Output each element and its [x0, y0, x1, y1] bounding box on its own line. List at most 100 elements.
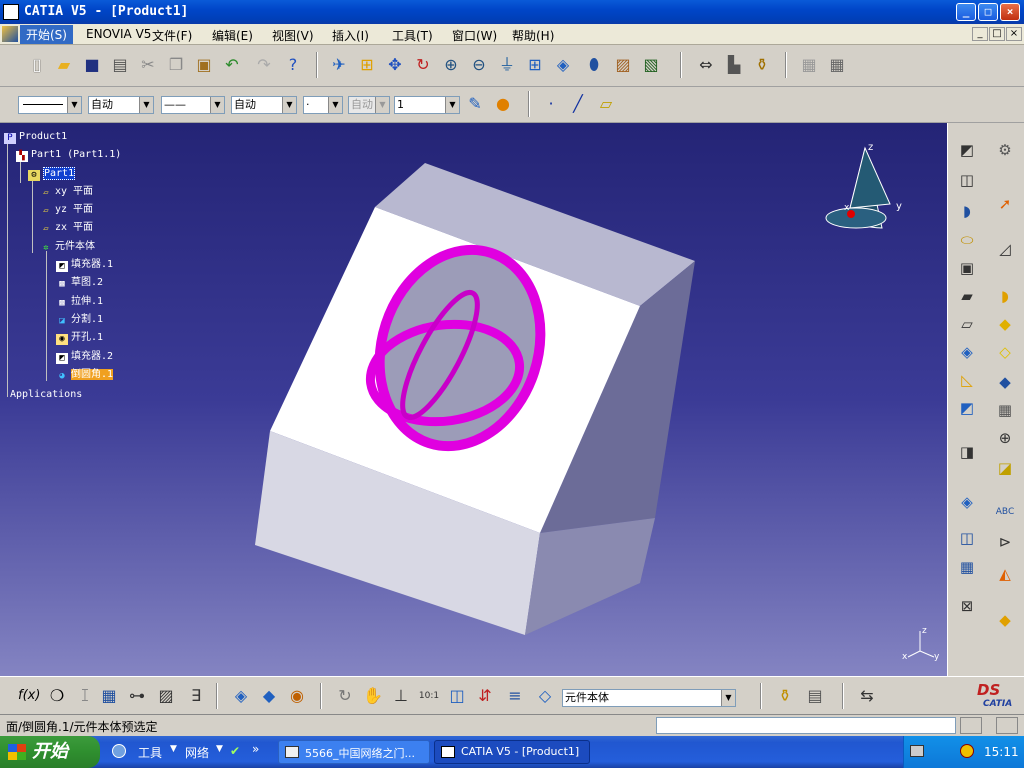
list-icon[interactable]: ≡	[504, 685, 526, 707]
boolean-feature-icon[interactable]: ◈	[956, 491, 978, 513]
more-quicklaunch[interactable]: »	[252, 742, 259, 756]
draft-analysis-icon[interactable]: ◉	[286, 685, 308, 707]
pocket-feature-icon[interactable]: ⬭	[956, 229, 978, 251]
mirror-feature-icon[interactable]: ⊕	[994, 427, 1016, 449]
mdi-close-button[interactable]: ×	[1006, 27, 1022, 41]
thickness-feature-icon[interactable]: ◩	[956, 397, 978, 419]
tree-node-part-instance[interactable]: ▚ Part1 (Part1.1)	[16, 147, 121, 163]
apply-material-3d-icon[interactable]: ◭	[994, 563, 1016, 585]
annotation-text-icon[interactable]: ABC	[994, 501, 1016, 523]
keyboard-icon[interactable]	[910, 745, 924, 757]
measure-item-icon[interactable]: ▙	[723, 54, 745, 76]
tree-node-zx-plane[interactable]: ▱ zx 平面	[40, 220, 93, 236]
paste-icon[interactable]: ▣	[193, 54, 215, 76]
pad-feature-icon[interactable]: ◗	[956, 200, 978, 222]
chevron-down-icon[interactable]: ▼	[139, 97, 153, 113]
task-browser[interactable]: 5566_中国网络之门...	[278, 740, 430, 764]
body-select[interactable]: 元件本体 ▼	[562, 689, 736, 707]
sketch-tool-icon[interactable]: ◿	[994, 238, 1016, 260]
fit-all-icon[interactable]: ⊞	[356, 54, 378, 76]
tree-node-body[interactable]: ✲ 元件本体	[40, 239, 95, 255]
body-define-icon[interactable]: ◇	[534, 685, 556, 707]
point-select[interactable]: · ▼	[303, 96, 343, 114]
scaling-feature-icon[interactable]: ◪	[994, 457, 1016, 479]
3d-viewport[interactable]: z y x z x y P Product1 ▚ Part1 (Part1.1) ⚙…	[0, 123, 947, 676]
save-icon[interactable]: ■	[81, 54, 103, 76]
mdi-restore-button[interactable]: □	[989, 27, 1005, 41]
menu-help[interactable]: 帮助(H)	[512, 27, 554, 44]
publication-icon[interactable]: ⇆	[856, 685, 878, 707]
ie-icon[interactable]	[112, 744, 126, 758]
zoom-out-icon[interactable]: ⊖	[468, 54, 490, 76]
stiffener-feature-icon[interactable]: ◺	[956, 369, 978, 391]
slot-feature-icon[interactable]: ▱	[956, 313, 978, 335]
tree-node-hole-1[interactable]: ◉ 开孔.1	[56, 330, 103, 346]
select-pointer-icon[interactable]: ➚	[994, 193, 1016, 215]
layer-select[interactable]: 1 ▼	[394, 96, 460, 114]
thread-feature-icon[interactable]: ▦	[994, 399, 1016, 421]
design-table-icon[interactable]: ▦	[98, 685, 120, 707]
print-icon[interactable]: ▤	[109, 54, 131, 76]
maximize-button[interactable]: □	[978, 3, 998, 21]
hand-icon[interactable]: ✋	[362, 685, 384, 707]
measure-between-icon[interactable]: ⇔	[695, 54, 717, 76]
chevron-down-icon[interactable]: ▼	[216, 744, 223, 754]
pan-icon[interactable]: ✥	[384, 54, 406, 76]
measure-inertia-icon[interactable]: ⚱	[751, 54, 773, 76]
constraint-icon[interactable]: ⊠	[956, 595, 978, 617]
tree-node-applications[interactable]: Applications	[10, 387, 82, 403]
tree-node-pad-2[interactable]: ◩ 填充器.2	[56, 349, 113, 365]
stop-button[interactable]	[996, 717, 1018, 734]
whats-this-icon[interactable]: ?	[282, 54, 304, 76]
menu-edit[interactable]: 编辑(E)	[212, 27, 253, 44]
command-input[interactable]	[656, 717, 956, 734]
image-capture-icon[interactable]: ▤	[804, 685, 826, 707]
scan-icon[interactable]: ⇵	[474, 685, 496, 707]
close-button[interactable]: ×	[1000, 3, 1020, 21]
swap-visible-icon[interactable]: ▧	[640, 54, 662, 76]
zoom-in-icon[interactable]: ⊕	[440, 54, 462, 76]
rib-feature-icon[interactable]: ▰	[956, 285, 978, 307]
equation-icon[interactable]: ∃	[185, 685, 207, 707]
chevron-down-icon[interactable]: ▼	[445, 97, 459, 113]
reorder-icon[interactable]: ◫	[446, 685, 468, 707]
apply-material-icon[interactable]: ●	[492, 93, 514, 115]
chevron-down-icon[interactable]: ▼	[210, 97, 224, 113]
start-button[interactable]: 开始	[0, 736, 100, 768]
shell-feature-icon[interactable]: ◆	[994, 371, 1016, 393]
render-icon[interactable]: ◆	[994, 609, 1016, 631]
menu-view[interactable]: 视图(V)	[272, 27, 314, 44]
fly-mode-icon[interactable]: ✈	[328, 54, 350, 76]
point-tool-icon[interactable]: ·	[540, 93, 562, 115]
plane-tool-icon[interactable]: ▱	[595, 93, 617, 115]
tree-node-fillet-1[interactable]: ◕ 倒圆角.1	[56, 367, 114, 383]
tree-node-sketch-2[interactable]: ▩ 草图.2	[56, 275, 103, 291]
format-painter-icon[interactable]: ✎	[464, 93, 486, 115]
menu-enovia[interactable]: ENOVIA V5	[86, 27, 151, 41]
knowledge-icon[interactable]: ꕯ	[74, 685, 96, 707]
clock[interactable]: 15:11	[984, 745, 1019, 759]
hide-show-icon[interactable]: ▨	[612, 54, 634, 76]
chevron-down-icon[interactable]: ▼	[67, 97, 81, 113]
normal-view-icon[interactable]: ⏚	[496, 54, 518, 76]
update-icon[interactable]: ↻	[334, 685, 356, 707]
menu-window[interactable]: 窗口(W)	[452, 27, 497, 44]
security-shield-icon[interactable]	[960, 744, 974, 758]
menu-tools[interactable]: 工具(T)	[392, 27, 433, 44]
part-model[interactable]	[0, 123, 947, 676]
flag-note-icon[interactable]: ⊳	[994, 531, 1016, 553]
undo-icon[interactable]: ↶	[221, 54, 243, 76]
draft-feature-icon[interactable]: ◇	[994, 341, 1016, 363]
sketcher-icon[interactable]: ◩	[956, 139, 978, 161]
law-icon[interactable]: ⊶	[126, 685, 148, 707]
catalog-icon[interactable]: ◈	[230, 685, 252, 707]
task-catia[interactable]: CATIA V5 - [Product1]	[434, 740, 590, 764]
minimize-button[interactable]: _	[956, 3, 976, 21]
material-library-icon[interactable]: ⚱	[774, 685, 796, 707]
split-feature-icon[interactable]: ◫	[956, 527, 978, 549]
transparency-select[interactable]: 自动 ▼	[88, 96, 154, 114]
chevron-down-icon[interactable]: ▼	[170, 744, 177, 754]
chevron-down-icon[interactable]: ▼	[282, 97, 296, 113]
iso-view-icon[interactable]: ◈	[552, 54, 574, 76]
tree-node-product[interactable]: P Product1	[4, 129, 67, 145]
